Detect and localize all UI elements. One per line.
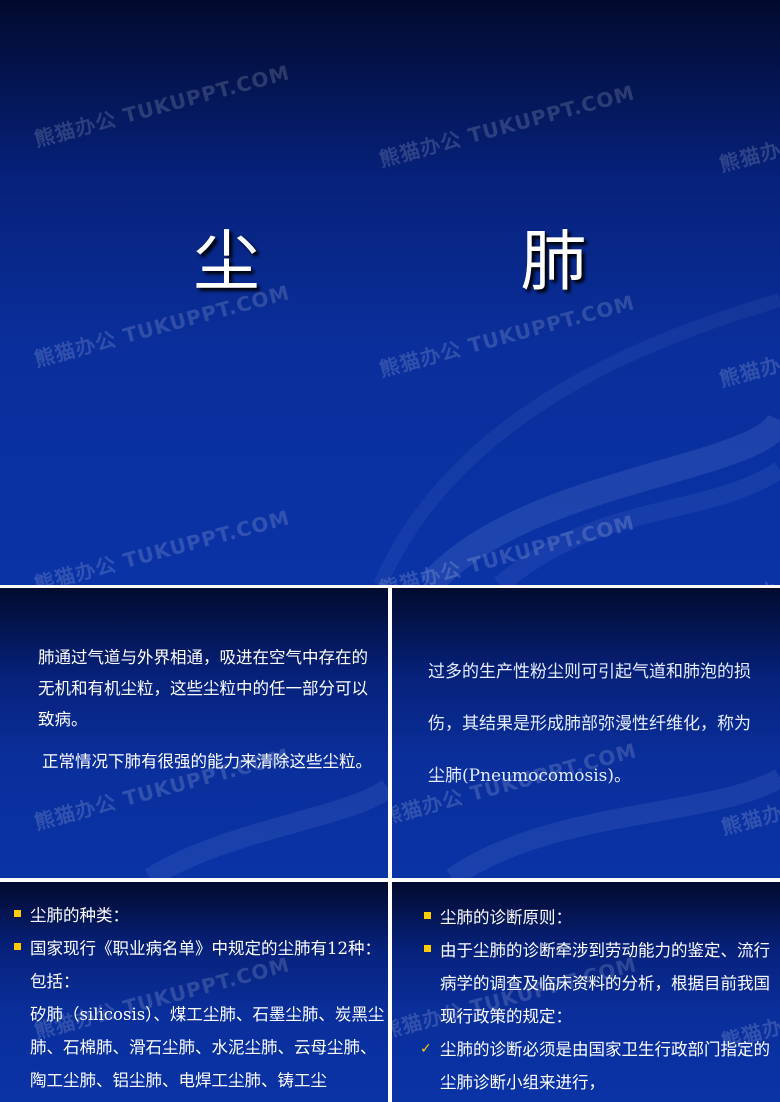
- types-list: 尘肺的种类： 国家现行《职业病名单》中规定的尘肺有12种：包括： 矽肺（sili…: [0, 899, 388, 1097]
- list-item: ✓ 尘肺的诊断必须是由国家卫生行政部门指定的尘肺诊断小组来进行，: [410, 1033, 770, 1099]
- clearance-paragraph: 正常情况下肺有很强的能力来清除这些尘粒。: [42, 752, 372, 771]
- watermark: 熊猫办公 TUKUPPT.COM: [376, 80, 638, 172]
- watermark: 熊猫办公 TUKUPPT.COM: [716, 300, 780, 392]
- title-slide: 熊猫办公 TUKUPPT.COM 熊猫办公 TUKUPPT.COM 熊猫办公 T…: [0, 0, 780, 585]
- slide-lung-intro: 熊猫办公 TUKUPPT.COM 肺通过气道与外界相通，吸进在空气中存在的无机和…: [0, 588, 388, 878]
- watermark: 熊猫办公 TUKUPPT.COM: [716, 521, 780, 585]
- list-item: 尘肺的种类：: [0, 899, 388, 932]
- list-item: 尘肺的诊断原则：: [410, 901, 770, 934]
- slide-diagnosis-principles: 熊猫办公 TUKUPPT.COM 熊猫办公 TUKUPPT.COM 尘肺的诊断原…: [392, 882, 780, 1102]
- square-bullet-icon: [424, 912, 431, 919]
- check-bullet-icon: ✓: [420, 1041, 432, 1057]
- watermark: 熊猫办公 TUKUPPT.COM: [31, 60, 293, 152]
- watermark: 熊猫办公 TUKUPPT.COM: [31, 505, 293, 585]
- watermark: 熊猫办公 TUKUPPT.COM: [716, 85, 780, 177]
- list-item: 矽肺（silicosis）、煤工尘肺、石墨尘肺、炭黑尘肺、石棉肺、滑石尘肺、水泥…: [30, 1005, 385, 1090]
- list-item: 国家现行《职业病名单》中规定的尘肺有12种：包括：: [0, 932, 388, 998]
- definition-paragraph: 过多的生产性粉尘则可引起气道和肺泡的损伤，其结果是形成肺部弥漫性纤维化，称为尘肺…: [428, 662, 751, 786]
- intro-paragraph: 肺通过气道与外界相通，吸进在空气中存在的无机和有机尘粒，这些尘粒中的任一部分可以…: [38, 648, 368, 729]
- watermark: 熊猫办公 TUKUPPT.COM: [376, 510, 638, 585]
- diagnosis-list: 尘肺的诊断原则： 由于尘肺的诊断牵涉到劳动能力的鉴定、流行病学的调查及临床资料的…: [410, 901, 770, 1099]
- slide-title: 尘 肺: [193, 223, 707, 300]
- square-bullet-icon: [424, 945, 431, 952]
- list-item: 由于尘肺的诊断牵涉到劳动能力的鉴定、流行病学的调查及临床资料的分析，根据目前我国…: [410, 934, 770, 1033]
- slide-pneumoconiosis-types: 熊猫办公 TUKUPPT.COM 尘肺的种类： 国家现行《职业病名单》中规定的尘…: [0, 882, 388, 1102]
- square-bullet-icon: [14, 910, 21, 917]
- square-bullet-icon: [14, 943, 21, 950]
- slide-pneumoconiosis-definition: 熊猫办公 TUKUPPT.COM 熊猫办公 TUKUPPT.COM 过多的生产性…: [392, 588, 780, 878]
